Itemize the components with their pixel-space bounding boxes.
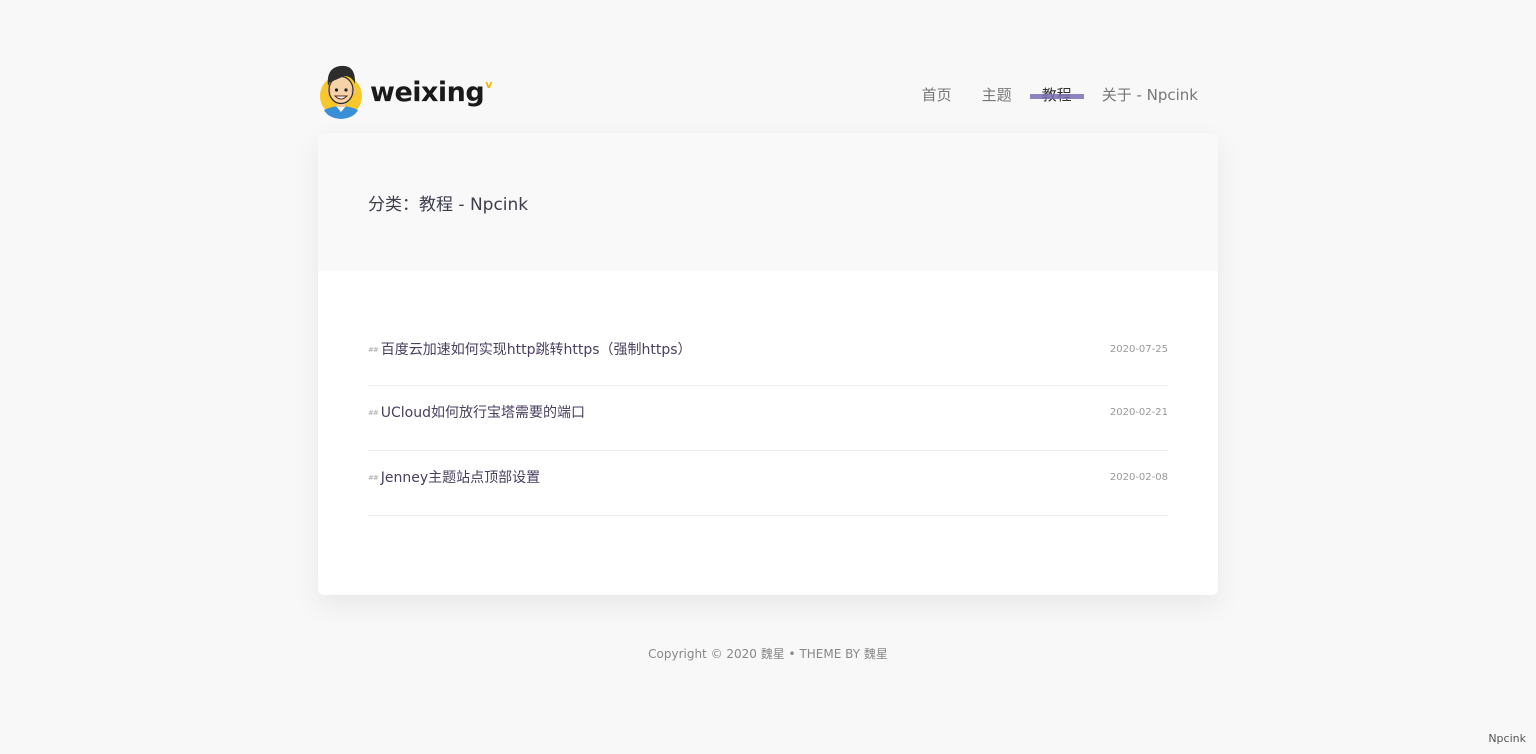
nav-item-tutorials[interactable]: 教程 xyxy=(1029,85,1084,105)
post-list: ## 百度云加速如何实现http跳转https（强制https） 2020-07… xyxy=(368,323,1168,516)
corner-label: Npcink xyxy=(1488,732,1526,745)
post-date: 2020-07-25 xyxy=(1109,344,1168,355)
list-item: ## Jenney主题站点顶部设置 2020-02-08 xyxy=(368,451,1168,516)
post-title-link[interactable]: ## Jenney主题站点顶部设置 xyxy=(368,467,540,487)
post-title: UCloud如何放行宝塔需要的端口 xyxy=(380,405,585,421)
hash-icon: ## xyxy=(368,409,379,417)
category-header: 分类：教程 - Npcink xyxy=(318,133,1218,271)
page: weixingv 首页 主题 教程 关于 - Npcink 分类：教程 - Np… xyxy=(0,0,1536,754)
site-footer: Copyright © 2020 魏星 • THEME BY 魏星 xyxy=(0,645,1536,662)
post-date: 2020-02-08 xyxy=(1109,472,1168,483)
list-item: ## UCloud如何放行宝塔需要的端口 2020-02-21 xyxy=(368,386,1168,451)
nav-item-home[interactable]: 首页 xyxy=(922,85,952,105)
hash-icon: ## xyxy=(368,346,379,354)
hash-icon: ## xyxy=(368,474,379,482)
logo-text: weixingv xyxy=(370,76,492,108)
list-item: ## 百度云加速如何实现http跳转https（强制https） 2020-07… xyxy=(368,323,1168,386)
category-title: 分类：教程 - Npcink xyxy=(368,195,529,215)
nav-item-about[interactable]: 关于 - Npcink xyxy=(1102,85,1198,105)
post-title: 百度云加速如何实现http跳转https（强制https） xyxy=(380,342,692,358)
logo-superscript: v xyxy=(485,77,492,91)
post-title-link[interactable]: ## 百度云加速如何实现http跳转https（强制https） xyxy=(368,339,692,359)
main-nav: 首页 主题 教程 关于 - Npcink xyxy=(892,85,1198,105)
site-logo[interactable]: weixingv xyxy=(318,58,492,120)
post-title-link[interactable]: ## UCloud如何放行宝塔需要的端口 xyxy=(368,402,585,422)
site-header: weixingv 首页 主题 教程 关于 - Npcink xyxy=(318,58,1218,122)
category-card: 分类：教程 - Npcink ## 百度云加速如何实现http跳转https（强… xyxy=(318,133,1218,595)
nav-item-themes[interactable]: 主题 xyxy=(982,85,1012,105)
copyright-text: Copyright © 2020 魏星 • THEME BY 魏星 xyxy=(648,647,888,661)
post-date: 2020-02-21 xyxy=(1109,407,1168,418)
avatar-icon xyxy=(320,65,362,119)
post-title: Jenney主题站点顶部设置 xyxy=(380,470,541,486)
